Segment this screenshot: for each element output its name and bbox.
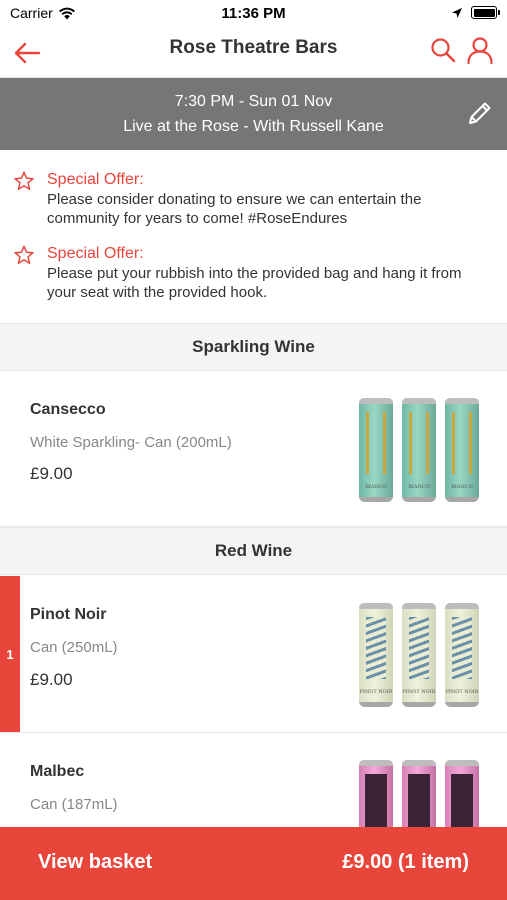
clock: 11:36 PM: [221, 5, 286, 22]
product-name: Malbec: [30, 763, 85, 780]
product-description: Can (250mL): [30, 639, 118, 656]
offer-title: Special Offer:: [47, 171, 144, 188]
special-offers: Special Offer: Please consider donating …: [0, 150, 507, 324]
battery-icon: [471, 6, 500, 19]
basket-label: View basket: [38, 851, 153, 873]
edit-pencil-icon[interactable]: [465, 98, 495, 128]
product-name: Cansecco: [30, 401, 106, 418]
product-description: White Sparkling- Can (200mL): [30, 434, 232, 451]
star-icon: [14, 245, 34, 264]
event-banner: 7:30 PM - Sun 01 Nov Live at the Rose - …: [0, 78, 507, 150]
offer-text: Please put your rubbish into the provide…: [47, 265, 462, 301]
user-icon[interactable]: [465, 35, 495, 65]
event-datetime: 7:30 PM - Sun 01 Nov: [174, 93, 333, 110]
view-basket-button[interactable]: View basket £9.00 (1 item): [0, 827, 507, 900]
product-item[interactable]: Cansecco White Sparkling- Can (200mL) £9…: [0, 371, 507, 527]
offer-title: Special Offer:: [47, 245, 144, 262]
status-bar: Carrier 11:36 PM: [0, 0, 507, 28]
product-image: PINOT NOIR PINOT NOIR PINOT NOIR: [359, 603, 479, 707]
product-description: Can (187mL): [30, 796, 118, 813]
product-item[interactable]: 1 Pinot Noir Can (250mL) £9.00 PINOT NOI…: [0, 576, 507, 733]
product-name: Pinot Noir: [30, 606, 107, 623]
search-icon[interactable]: [429, 36, 457, 64]
offer-text: Please consider donating to ensure we ca…: [47, 191, 422, 227]
product-price: £9.00: [30, 464, 73, 483]
nav-bar: Rose Theatre Bars: [0, 28, 507, 78]
quantity-badge: 1: [0, 576, 20, 732]
event-name: Live at the Rose - With Russell Kane: [123, 118, 384, 135]
location-arrow-icon: [452, 7, 462, 18]
section-header-sparkling-wine: Sparkling Wine: [0, 323, 507, 371]
star-icon: [14, 171, 34, 190]
product-image: BIANCO BIANCO BIANCO: [359, 398, 479, 502]
section-header-red-wine: Red Wine: [0, 527, 507, 575]
product-price: £9.00: [30, 670, 73, 689]
basket-total: £9.00 (1 item): [342, 851, 469, 873]
